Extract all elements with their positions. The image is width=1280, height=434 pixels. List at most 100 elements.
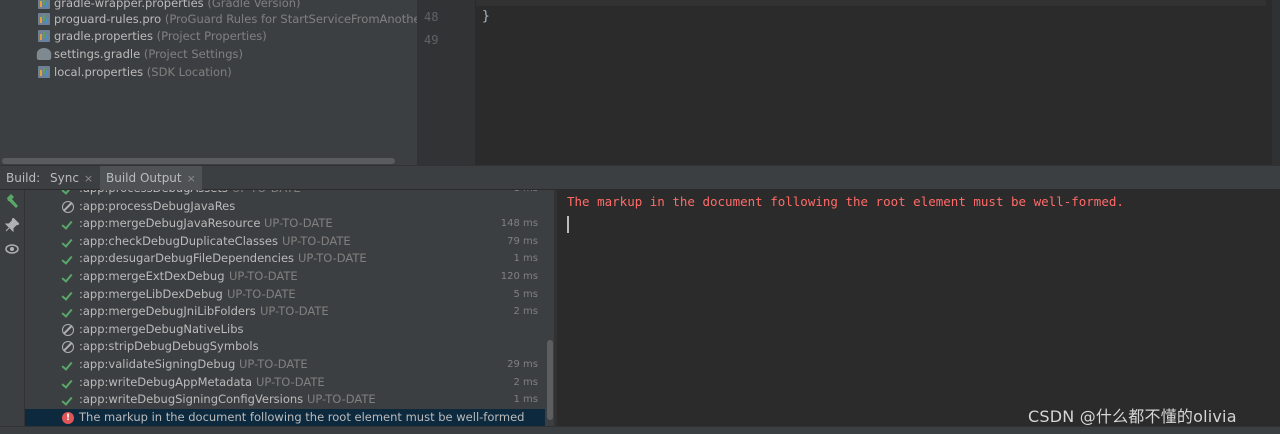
tree-item-hint: (Project Properties) [156,29,267,43]
tree-item-label: gradle-wrapper.properties [54,0,204,10]
task-name: :app:processDebugJavaRes [79,198,236,213]
build-output-tree[interactable]: :app:processDebugAssetsUP-TO-DATE1 ms:ap… [25,190,554,426]
task-duration: 148 ms [500,218,538,230]
properties-file-icon [38,66,50,78]
console-error-message: The markup in the document following the… [567,194,1124,209]
task-name: :app:validateSigningDebug [79,357,236,371]
error-icon: ! [62,411,74,424]
properties-file-icon [38,30,50,42]
scrollbar-thumb[interactable] [2,158,395,164]
task-status: UP-TO-DATE [264,216,333,231]
build-console-output[interactable]: The markup in the document following the… [557,190,1280,426]
skipped-icon [62,341,74,354]
eye-icon[interactable] [4,242,20,258]
task-status: UP-TO-DATE [239,357,308,371]
tree-item-local-properties[interactable]: local.properties (SDK Location) [38,63,232,81]
tree-item-hint: (SDK Location) [146,65,232,79]
task-name: The markup in the document following the… [79,409,525,424]
line-number: 49 [424,33,439,47]
pin-icon[interactable] [4,217,20,234]
build-task-row[interactable]: :app:processDebugAssets UP-TO-DATE 1 ms [25,190,545,198]
build-task-row[interactable]: :app:writeDebugAppMetadata UP-TO-DATE 2 ms [25,374,545,392]
task-duration: 79 ms [507,235,538,247]
properties-file-icon [38,0,50,9]
task-duration: 1 ms [513,394,539,406]
task-status: UP-TO-DATE [256,374,325,389]
task-duration: 1 ms [513,253,539,265]
task-duration: 29 ms [507,359,538,370]
build-task-row[interactable]: :app:mergeDebugNativeLibs [25,321,545,339]
tree-item-label: local.properties [54,65,144,79]
build-error-row[interactable]: ! The markup in the document following th… [25,408,545,426]
build-window-label: Build: [6,171,41,185]
tree-item-proguard-rules[interactable]: proguard-rules.pro (ProGuard Rules for S… [38,10,458,28]
build-task-row[interactable]: :app:desugarDebugFileDependencies UP-TO-D… [25,250,545,268]
task-duration: 1 ms [514,190,539,198]
tree-item-label: settings.gradle [54,47,141,61]
build-tree-vertical-scrollbar[interactable] [545,190,554,426]
check-icon [62,236,74,248]
task-status: UP-TO-DATE [232,190,301,198]
check-icon [62,289,74,301]
check-icon [62,394,74,406]
task-name: :app:mergeDebugJavaResource [79,216,261,231]
build-task-row[interactable]: :app:mergeDebugJniLibFolders UP-TO-DATE 2 … [25,303,545,321]
tree-item-settings-gradle[interactable]: settings.gradle (Project Settings) [36,45,243,63]
task-status: UP-TO-DATE [307,392,376,407]
task-duration: 5 ms [513,288,539,300]
build-task-row[interactable]: :app:mergeExtDexDebug UP-TO-DATE 120 ms [25,268,545,286]
task-status: UP-TO-DATE [260,304,329,319]
check-icon [62,218,74,230]
check-icon [62,377,74,389]
check-icon [62,306,74,318]
build-task-row[interactable]: :app:mergeLibDexDebug UP-TO-DATE 5 ms [25,286,545,304]
task-name: :app:mergeLibDexDebug [79,286,223,301]
task-duration: 2 ms [513,306,539,318]
task-name: :app:mergeExtDexDebug [79,269,225,283]
skipped-icon [62,323,74,336]
tree-item-hint: (Gradle Version) [207,0,301,10]
build-task-row[interactable]: :app:mergeDebugJavaResource UP-TO-DATE 148… [25,215,545,233]
task-status: UP-TO-DATE [227,286,296,301]
task-name: :app:checkDebugDuplicateClasses [79,233,278,248]
task-status: UP-TO-DATE [282,233,351,248]
task-status: UP-TO-DATE [298,251,367,266]
close-icon[interactable]: × [84,172,93,185]
task-name: :app:writeDebugAppMetadata [79,374,253,389]
hammer-icon[interactable] [4,194,20,210]
tree-item-label: gradle.properties [54,29,153,43]
project-tree-horizontal-scrollbar[interactable] [0,157,417,165]
build-task-row[interactable]: :app:processDebugJavaRes [25,198,545,216]
code-line: } [482,9,490,24]
tree-item-gradle-properties[interactable]: gradle.properties (Project Properties) [38,27,267,45]
properties-file-icon [38,13,50,25]
tab-build-output[interactable]: Build Output × [100,166,202,190]
tab-sync[interactable]: Sync × [44,166,99,190]
bottom-tool-strip [0,426,1280,434]
task-name: :app:processDebugAssets [79,190,228,198]
task-duration: 120 ms [500,271,538,282]
build-task-row[interactable]: :app:checkDebugDuplicateClasses UP-TO-DAT… [25,233,545,251]
build-toolbar [0,190,25,426]
check-icon [62,271,74,283]
tab-label: Build Output [106,171,182,185]
text-caret [567,216,569,233]
tree-item-label: proguard-rules.pro [54,12,162,26]
task-name: :app:desugarDebugFileDependencies [79,251,295,266]
build-task-row[interactable]: :app:writeDebugSigningConfigVersions UP-T… [25,391,545,409]
close-icon[interactable]: × [187,172,196,185]
task-name: :app:writeDebugSigningConfigVersions [79,392,304,407]
editor-vertical-scrollbar[interactable] [1272,0,1280,165]
code-editor[interactable]: } [476,0,1280,165]
build-task-row[interactable]: :app:stripDebugDebugSymbols [25,338,545,356]
csdn-watermark: CSDN @什么都不懂的olivia [1028,407,1237,426]
task-status: UP-TO-DATE [229,269,298,283]
build-tool-window-header: Build: Sync × Build Output × [0,165,1280,190]
task-name: :app:mergeDebugNativeLibs [79,321,244,336]
scrollbar-thumb[interactable] [547,340,553,420]
editor-gutter: 48 49 [417,0,475,165]
check-icon [62,359,74,371]
tree-item-hint: (Project Settings) [143,47,243,61]
build-task-row[interactable]: :app:validateSigningDebug UP-TO-DATE 29 ms [25,356,545,374]
tree-item-hint: (ProGuard Rules for StartServiceFromAnot… [164,12,459,26]
